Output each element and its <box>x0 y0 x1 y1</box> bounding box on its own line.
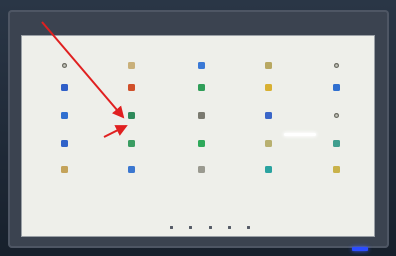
annotation-arrow-short <box>103 125 128 138</box>
device-photo <box>0 0 396 256</box>
annotation-arrows <box>41 21 128 138</box>
annotation-arrow-top <box>41 21 125 119</box>
